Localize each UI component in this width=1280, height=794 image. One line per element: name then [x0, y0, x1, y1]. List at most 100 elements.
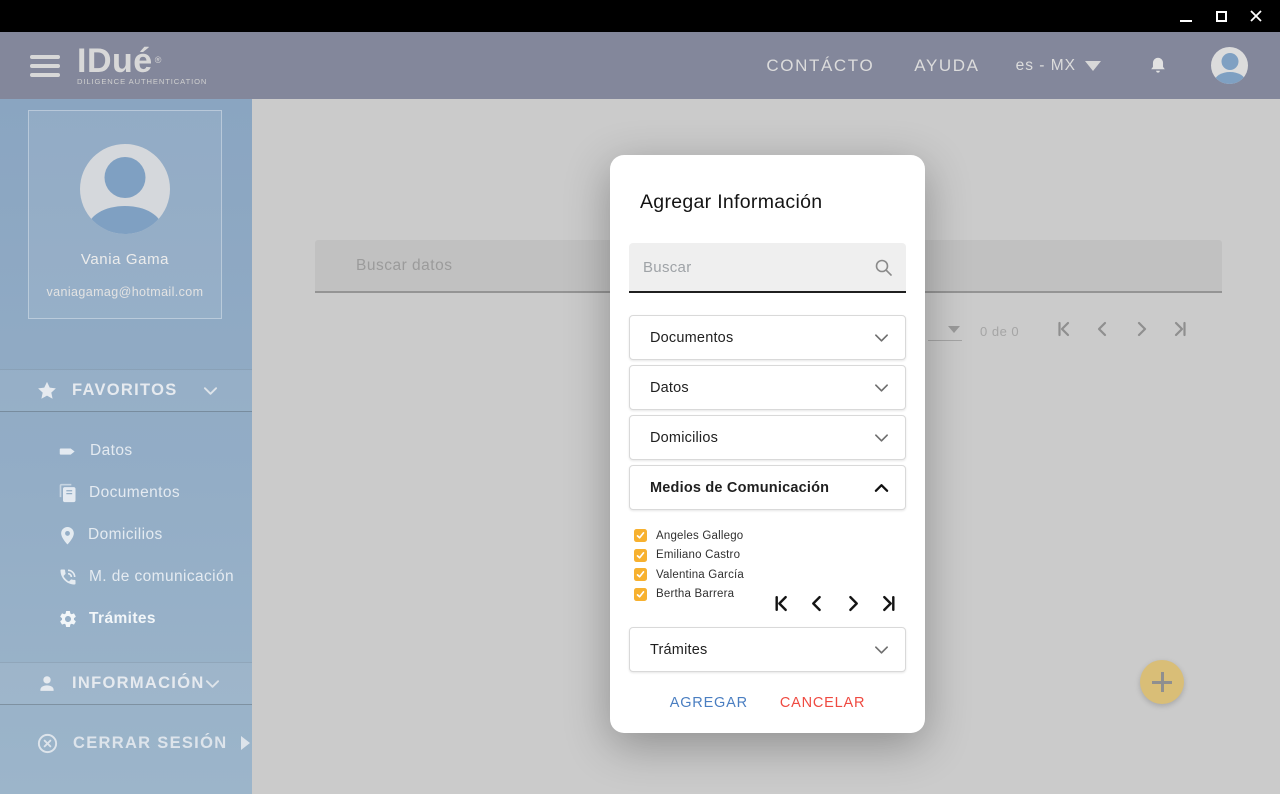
last-page-button[interactable]	[1170, 320, 1190, 340]
checklist-item[interactable]: Angeles Gallego	[634, 526, 744, 546]
tag-icon	[58, 441, 79, 462]
first-page-button[interactable]	[1056, 320, 1076, 340]
sidebar: Vania Gama vaniagamag@hotmail.com FAVORI…	[0, 99, 252, 794]
checkbox-checked-icon[interactable]	[634, 548, 647, 562]
window-maximize-button[interactable]	[1213, 8, 1229, 24]
next-page-button[interactable]	[843, 594, 862, 613]
first-page-button[interactable]	[773, 594, 792, 613]
sidebar-section-informacion[interactable]: INFORMACIÓN	[0, 662, 252, 705]
checkbox-checked-icon[interactable]	[634, 529, 647, 543]
last-page-button[interactable]	[878, 594, 897, 613]
section-label: FAVORITOS	[72, 381, 178, 399]
maximize-icon	[1215, 10, 1227, 22]
person-icon	[36, 673, 58, 695]
logo-text: IDué	[77, 41, 153, 80]
accordion-documentos[interactable]: Documentos	[629, 315, 906, 360]
sidebar-item-comunicacion[interactable]: M. de comunicación	[0, 556, 252, 598]
accordion-tramites[interactable]: Trámites	[629, 627, 906, 672]
language-value: es - MX	[1015, 56, 1076, 74]
logout-label: CERRAR SESIÓN	[73, 733, 228, 752]
nav-contacto[interactable]: CONTÁCTO	[766, 56, 874, 76]
background-pagination: 0 de 0	[928, 317, 1194, 345]
add-fab-button[interactable]	[1140, 660, 1184, 704]
close-icon	[1250, 10, 1262, 22]
logo-tagline: DILIGENCE AUTHENTICATION	[77, 76, 208, 86]
checklist-label: Angeles Gallego	[656, 529, 744, 542]
checkbox-checked-icon[interactable]	[634, 587, 647, 601]
section-label: INFORMACIÓN	[72, 674, 205, 692]
accordion-datos[interactable]: Datos	[629, 365, 906, 410]
documents-icon	[58, 483, 78, 503]
phone-icon	[58, 567, 78, 587]
sidebar-item-label: Trámites	[89, 610, 156, 627]
sidebar-item-tramites[interactable]: Trámites	[0, 598, 252, 640]
star-icon	[36, 380, 58, 402]
checklist-label: Emiliano Castro	[656, 549, 741, 562]
app-header: IDué ® DILIGENCE AUTHENTICATION CONTÁCTO…	[0, 32, 1280, 99]
window-minimize-button[interactable]	[1178, 8, 1194, 24]
agregar-button[interactable]: AGREGAR	[670, 695, 748, 711]
minimize-icon	[1180, 19, 1192, 22]
communication-checklist: Angeles Gallego Emiliano Castro Valentin…	[634, 526, 744, 604]
cancelar-button[interactable]: CANCELAR	[780, 695, 865, 711]
dialog-pagination	[773, 594, 897, 613]
sidebar-item-label: Documentos	[89, 484, 181, 501]
plus-icon	[1160, 672, 1164, 692]
checklist-label: Valentina García	[656, 568, 745, 581]
language-selector[interactable]: es - MX	[1016, 57, 1101, 75]
accordion-domicilios[interactable]: Domicilios	[629, 415, 906, 460]
menu-icon[interactable]	[30, 54, 60, 77]
header-nav: CONTÁCTO AYUDA es - MX	[726, 47, 1248, 84]
accordion-label: Medios de Comunicación	[650, 479, 830, 496]
window-close-button[interactable]	[1248, 8, 1264, 24]
checklist-item[interactable]: Valentina García	[634, 565, 744, 585]
accordion-label: Trámites	[650, 641, 708, 658]
chevron-down-icon	[874, 433, 889, 443]
previous-page-button[interactable]	[808, 594, 827, 613]
x-circle-icon	[36, 732, 59, 755]
app-window: IDué ® DILIGENCE AUTHENTICATION CONTÁCTO…	[0, 0, 1280, 794]
profile-email: vaniagamag@hotmail.com	[46, 285, 204, 299]
search-icon[interactable]	[874, 258, 893, 277]
accordion-label: Domicilios	[650, 429, 719, 446]
avatar-shoulders	[88, 206, 162, 234]
app-logo: IDué ® DILIGENCE AUTHENTICATION	[77, 41, 208, 86]
add-info-dialog: Agregar Información Documentos Datos	[610, 155, 925, 733]
avatar-head	[104, 157, 146, 198]
accordion-tramites-wrap: Trámites	[629, 627, 906, 672]
page-size-select[interactable]	[928, 319, 962, 341]
caret-down-icon	[1085, 60, 1101, 71]
profile-avatar	[80, 144, 170, 234]
dialog-search-bar	[629, 243, 906, 293]
sidebar-item-documentos[interactable]: Documentos	[0, 472, 252, 514]
previous-page-button[interactable]	[1094, 320, 1114, 340]
chevron-down-icon	[874, 645, 889, 655]
sidebar-item-domicilios[interactable]: Domicilios	[0, 514, 252, 556]
checkbox-checked-icon[interactable]	[634, 568, 647, 582]
gear-icon	[58, 609, 78, 629]
arrow-right-icon	[241, 736, 251, 750]
checklist-label: Bertha Barrera	[656, 588, 735, 601]
window-controls	[1178, 0, 1264, 32]
dialog-title: Agregar Información	[640, 191, 823, 213]
checklist-item[interactable]: Bertha Barrera	[634, 585, 744, 605]
notifications-button[interactable]	[1147, 55, 1169, 77]
window-titlebar	[0, 0, 1280, 32]
checklist-item[interactable]: Emiliano Castro	[634, 546, 744, 566]
profile-name: Vania Gama	[80, 251, 170, 268]
nav-ayuda[interactable]: AYUDA	[914, 56, 979, 76]
registered-mark: ®	[154, 54, 162, 65]
next-page-button[interactable]	[1132, 320, 1152, 340]
user-avatar[interactable]	[1211, 47, 1248, 84]
sidebar-item-label: M. de comunicación	[89, 568, 235, 585]
caret-down-icon	[948, 326, 960, 333]
sidebar-item-datos[interactable]: Datos	[0, 430, 252, 472]
accordion-medios-comunicacion[interactable]: Medios de Comunicación	[629, 465, 906, 510]
favorites-items: Datos Documentos Domicilios M. de comuni…	[0, 430, 252, 640]
sidebar-section-favoritos[interactable]: FAVORITOS	[0, 369, 252, 412]
dialog-search-input[interactable]	[629, 243, 906, 291]
logout-button[interactable]: CERRAR SESIÓN	[0, 722, 252, 764]
chevron-up-icon	[874, 483, 889, 493]
avatar-shoulders	[1214, 72, 1245, 84]
accordion-label: Documentos	[650, 329, 734, 346]
